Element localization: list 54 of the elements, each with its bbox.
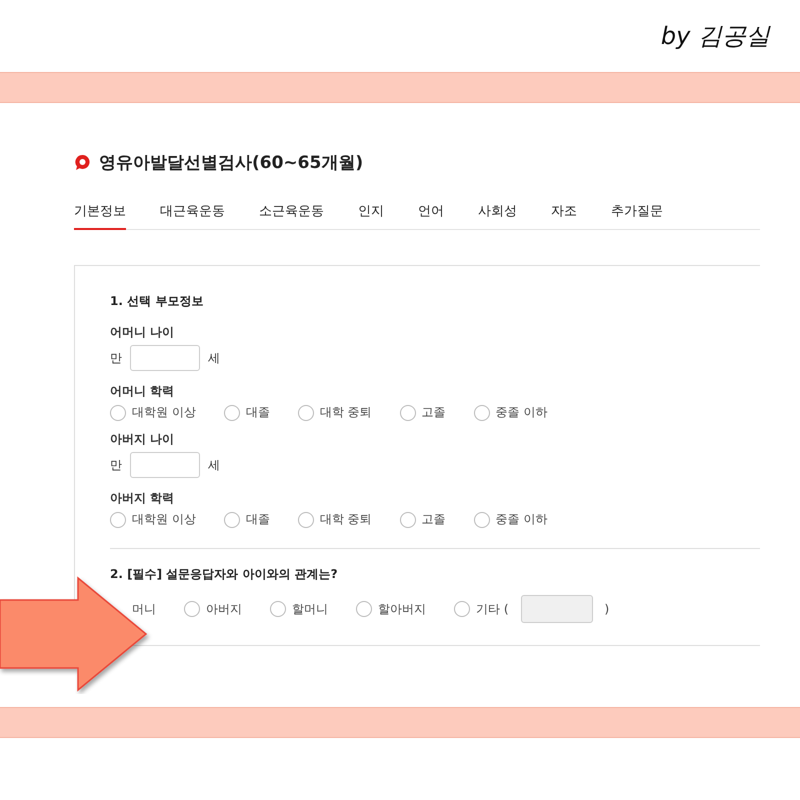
option-label[interactable]: 중졸 이하	[496, 404, 548, 421]
option-label[interactable]: 할머니	[292, 600, 328, 618]
field-label: 어머니 학력	[110, 383, 176, 400]
radio-button[interactable]	[298, 404, 314, 420]
age-input[interactable]	[130, 452, 200, 478]
option-label[interactable]: 중졸 이하	[496, 511, 548, 528]
option-label[interactable]: 기타 (	[476, 600, 508, 618]
radio-button[interactable]	[224, 512, 240, 528]
option-label[interactable]: 고졸	[422, 511, 446, 528]
radio-button[interactable]	[400, 512, 416, 528]
radio-button[interactable]	[400, 404, 416, 420]
option-label[interactable]: 대학 중퇴	[320, 404, 372, 421]
option-label[interactable]: 고졸	[422, 404, 446, 421]
option-label[interactable]: 대학 중퇴	[320, 511, 372, 528]
question-heading: 2. [필수] 설문응답자와 아이와의 관계는?	[110, 566, 339, 583]
field-label: 아버지 학력	[110, 490, 176, 507]
radio-button[interactable]	[474, 404, 490, 420]
question-heading: 1. 선택 부모정보	[110, 293, 204, 310]
signature: by 김공실	[660, 21, 770, 52]
unit-label: 세	[208, 456, 220, 474]
option-label[interactable]: 머니	[132, 600, 156, 618]
radio-button[interactable]	[110, 404, 126, 420]
tab[interactable]: 대근육운동	[160, 196, 225, 230]
radio-button[interactable]	[270, 601, 286, 617]
radio-button[interactable]	[298, 512, 314, 528]
option-label[interactable]: 대졸	[246, 404, 270, 421]
tab[interactable]: 소근육운동	[259, 196, 324, 230]
option-label[interactable]: 대학원 이상	[132, 511, 196, 528]
tab[interactable]: 사회성	[478, 196, 517, 230]
option-label: )	[604, 602, 610, 616]
unit-label: 만	[110, 350, 122, 366]
radio-button[interactable]	[454, 601, 470, 617]
option-label[interactable]: 할아버지	[378, 600, 426, 618]
speech-bubble-icon	[74, 154, 91, 171]
tab[interactable]: 기본정보	[74, 196, 126, 230]
radio-button[interactable]	[184, 601, 200, 617]
page-title: 영유아발달선별검사(60~65개월)	[99, 152, 364, 174]
tab[interactable]: 추가질문	[611, 196, 663, 230]
tab[interactable]: 자조	[551, 196, 577, 230]
tab[interactable]: 언어	[418, 196, 444, 230]
unit-label: 만	[110, 456, 122, 474]
option-label[interactable]: 대학원 이상	[132, 404, 196, 421]
field-label: 아버지 나이	[110, 431, 176, 448]
age-input[interactable]	[130, 345, 200, 371]
radio-button[interactable]	[224, 404, 240, 420]
field-label: 어머니 나이	[110, 324, 176, 341]
radio-button[interactable]	[474, 512, 490, 528]
unit-label: 세	[208, 350, 220, 366]
other-input[interactable]	[520, 595, 592, 623]
option-label[interactable]: 아버지	[206, 600, 242, 618]
option-label[interactable]: 대졸	[246, 511, 270, 528]
radio-button[interactable]	[356, 601, 372, 617]
tab[interactable]: 인지	[358, 196, 384, 230]
radio-button[interactable]	[110, 512, 126, 528]
